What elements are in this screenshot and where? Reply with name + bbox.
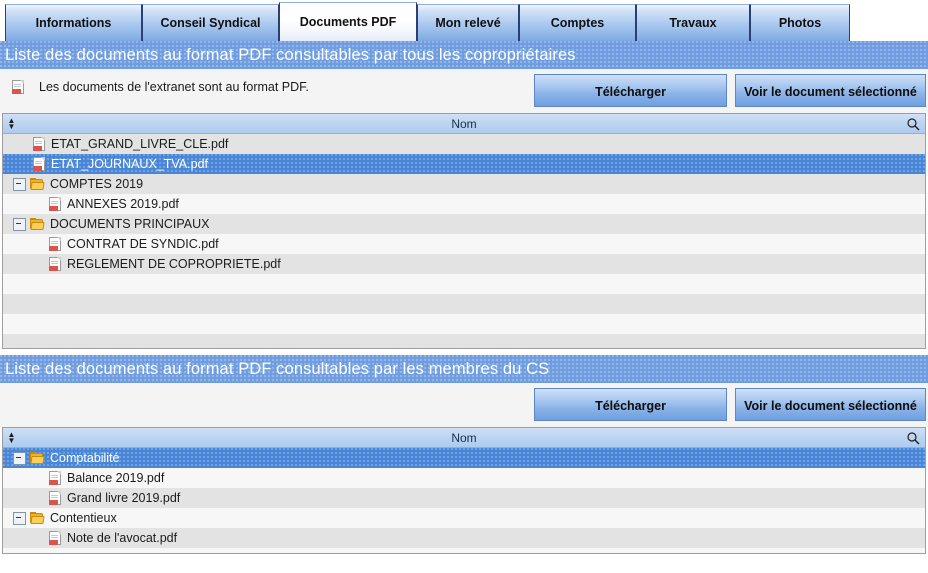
file-name-label: ANNEXES 2019.pdf <box>67 197 179 211</box>
tab-label: Travaux <box>669 16 717 30</box>
pdf-file-icon <box>49 471 61 485</box>
pdf-file-icon <box>49 491 61 505</box>
tab-label: Mon relevé <box>435 16 501 30</box>
section1-column-header-nom: Nom <box>451 117 477 131</box>
section1-grid-header[interactable]: ▲ ▼ Nom <box>3 114 925 134</box>
tab-documents-pdf[interactable]: Documents PDF <box>279 2 417 41</box>
collapse-toggle-icon[interactable] <box>13 511 26 525</box>
table-row[interactable]: Comptabilité <box>3 448 925 468</box>
section2-download-button[interactable]: Télécharger <box>534 388 727 421</box>
folder-icon <box>30 218 45 230</box>
table-row[interactable]: ETAT_GRAND_LIVRE_CLE.pdf <box>3 134 925 154</box>
pdf-file-icon <box>49 237 61 251</box>
folder-name-label: COMPTES 2019 <box>50 177 144 191</box>
table-row[interactable]: Balance 2019.pdf <box>3 468 925 488</box>
pdf-file-icon <box>33 157 45 171</box>
file-name-label: Note de l'avocat.pdf <box>67 531 178 545</box>
table-row[interactable]: Grand livre 2019.pdf <box>3 488 925 508</box>
pdf-format-notice-text: Les documents de l'extranet sont au form… <box>39 80 309 94</box>
folder-name-label: Comptabilité <box>50 451 120 465</box>
pdf-file-icon <box>33 137 45 151</box>
file-name-label: ETAT_JOURNAUX_TVA.pdf <box>51 157 208 171</box>
tab-label: Documents PDF <box>299 15 397 29</box>
collapse-toggle-icon[interactable] <box>13 451 26 465</box>
documents-pdf-page: Informations Conseil Syndical Documents PD… <box>0 0 928 573</box>
section1-toolbar: Les documents de l'extranet sont au form… <box>0 69 928 113</box>
table-row[interactable]: COMPTES 2019 <box>3 174 925 194</box>
pdf-file-icon <box>12 80 24 94</box>
collapse-toggle-icon[interactable] <box>13 217 26 231</box>
section2-grid-header[interactable]: ▲ ▼ Nom <box>3 428 925 448</box>
tab-mon-relev[interactable]: Mon relevé <box>417 4 519 41</box>
section2-document-grid: ▲ ▼ Nom Comptabilité Balance 2019.pdf Grand… <box>2 427 926 554</box>
collapse-toggle-icon[interactable] <box>13 177 26 191</box>
tab-comptes[interactable]: Comptes <box>519 4 636 41</box>
table-row[interactable]: ETAT_JOURNAUX_TVA.pdf <box>3 154 925 174</box>
search-icon[interactable] <box>906 117 920 131</box>
section1-document-grid: ▲ ▼ Nom ETAT_GRAND_LIVRE_CLE.pdf ETAT_JOUR… <box>2 113 926 349</box>
main-tab-bar: Informations Conseil Syndical Documents PD… <box>0 0 928 41</box>
file-name-label: Grand livre 2019.pdf <box>67 491 181 505</box>
tab-informations[interactable]: Informations <box>5 4 142 41</box>
section1-view-selected-button[interactable]: Voir le document sélectionné <box>735 74 926 107</box>
pdf-file-icon <box>49 531 61 545</box>
pdf-format-notice: Les documents de l'extranet sont au form… <box>12 80 309 94</box>
table-row-empty <box>3 334 925 348</box>
table-row[interactable]: REGLEMENT DE COPROPRIETE.pdf <box>3 254 925 274</box>
section2-toolbar: Télécharger Voir le document sélectionné <box>0 383 928 427</box>
pdf-file-icon <box>49 257 61 271</box>
section1-button-row: Télécharger Voir le document sélectionné <box>534 74 926 107</box>
folder-name-label: Contentieux <box>50 511 117 525</box>
tab-travaux[interactable]: Travaux <box>636 4 750 41</box>
file-name-label: CONTRAT DE SYNDIC.pdf <box>67 237 219 251</box>
section2-row-list: Comptabilité Balance 2019.pdf Grand livre … <box>3 448 925 553</box>
table-row-empty <box>3 314 925 334</box>
table-row[interactable]: ANNEXES 2019.pdf <box>3 194 925 214</box>
tab-label: Conseil Syndical <box>160 16 261 30</box>
section2-button-row: Télécharger Voir le document sélectionné <box>534 388 926 421</box>
folder-icon <box>30 452 45 464</box>
table-row[interactable]: DOCUMENTS PRINCIPAUX <box>3 214 925 234</box>
sort-updown-icon[interactable]: ▲ ▼ <box>7 116 16 132</box>
table-row[interactable]: Contentieux <box>3 508 925 528</box>
tab-label: Photos <box>778 16 822 30</box>
file-name-label: ETAT_GRAND_LIVRE_CLE.pdf <box>51 137 229 151</box>
table-row[interactable]: CONTRAT DE SYNDIC.pdf <box>3 234 925 254</box>
section2-view-selected-button[interactable]: Voir le document sélectionné <box>735 388 926 421</box>
folder-icon <box>30 178 45 190</box>
section1-row-list: ETAT_GRAND_LIVRE_CLE.pdf ETAT_JOURNAUX_TV… <box>3 134 925 348</box>
section2-banner: Liste des documents au format PDF consul… <box>0 355 928 383</box>
folder-icon <box>30 512 45 524</box>
search-icon[interactable] <box>906 431 920 445</box>
sort-updown-icon[interactable]: ▲ ▼ <box>7 430 16 446</box>
table-row-empty <box>3 274 925 294</box>
tab-photos[interactable]: Photos <box>750 4 850 41</box>
pdf-file-icon <box>49 197 61 211</box>
folder-name-label: DOCUMENTS PRINCIPAUX <box>50 217 210 231</box>
table-row-empty <box>3 548 925 553</box>
tab-label: Comptes <box>550 16 605 30</box>
section2-column-header-nom: Nom <box>451 431 477 445</box>
file-name-label: REGLEMENT DE COPROPRIETE.pdf <box>67 257 281 271</box>
tab-label: Informations <box>35 16 112 30</box>
section1-download-button[interactable]: Télécharger <box>534 74 727 107</box>
tab-conseil-syndical[interactable]: Conseil Syndical <box>142 4 279 41</box>
table-row-empty <box>3 294 925 314</box>
table-row[interactable]: Note de l'avocat.pdf <box>3 528 925 548</box>
section1-banner: Liste des documents au format PDF consul… <box>0 41 928 69</box>
file-name-label: Balance 2019.pdf <box>67 471 165 485</box>
